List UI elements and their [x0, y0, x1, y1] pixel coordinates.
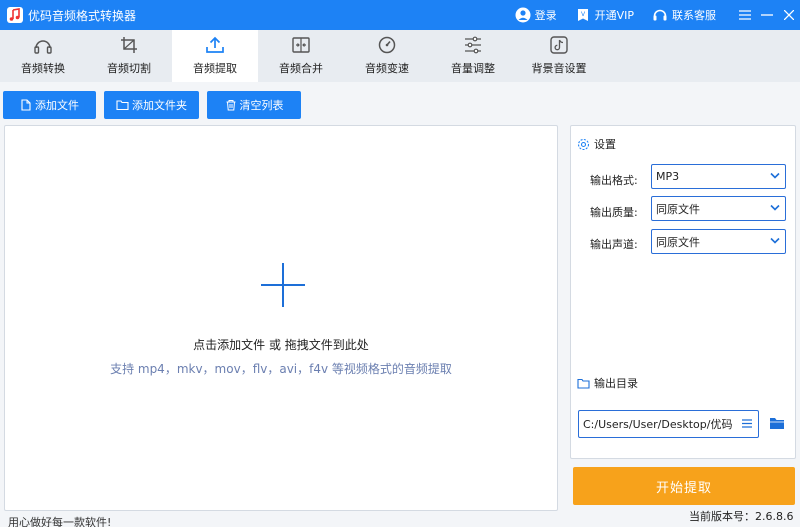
support-label: 联系客服: [672, 9, 716, 22]
support-button[interactable]: 联系客服: [652, 7, 716, 23]
menu-icon: [739, 10, 751, 20]
vip-button[interactable]: V 开通VIP: [575, 7, 634, 23]
format-label: 输出格式:: [590, 174, 638, 187]
menu-button[interactable]: [734, 0, 756, 30]
file-drop-zone[interactable]: 点击添加文件 或 拖拽文件到此处 支持 mp4，mkv，mov，flv，avi，…: [4, 125, 558, 511]
gear-icon: [577, 138, 590, 150]
quality-select[interactable]: 同原文件: [651, 196, 786, 221]
add-file-button[interactable]: 添加文件: [3, 91, 96, 119]
tab-audio-speed[interactable]: 音频变速: [344, 30, 430, 82]
tab-label: 音频提取: [193, 62, 237, 75]
add-folder-button[interactable]: 添加文件夹: [104, 91, 199, 119]
minimize-icon: [761, 14, 773, 16]
clear-list-label: 清空列表: [239, 99, 284, 112]
add-folder-label: 添加文件夹: [132, 99, 187, 112]
tiktok-icon: [550, 36, 568, 54]
close-button[interactable]: [778, 0, 800, 30]
crop-icon: [121, 37, 137, 53]
quality-label: 输出质量:: [590, 206, 638, 219]
output-path-field[interactable]: C:/Users/User/Desktop/优码: [578, 410, 759, 438]
supported-formats-text: 支持 mp4，mkv，mov，flv，avi，f4v 等视频格式的音频提取: [110, 362, 452, 376]
tab-volume-adjust[interactable]: 音量调整: [430, 30, 516, 82]
vip-icon: V: [577, 9, 588, 21]
channel-value: 同原文件: [656, 235, 700, 249]
output-path-value: C:/Users/User/Desktop/优码: [583, 418, 733, 431]
minimize-button[interactable]: [756, 0, 778, 30]
tab-label: 音频切割: [107, 62, 151, 75]
login-label: 登录: [534, 9, 557, 22]
quality-value: 同原文件: [656, 202, 700, 216]
tab-audio-cut[interactable]: 音频切割: [86, 30, 172, 82]
tab-bar: 音频转换 音频切割 音频提取 音频合并 音频变速 音量调整 背景音设置: [0, 30, 800, 82]
list-icon: [742, 419, 752, 428]
app-title: 优码音频格式转换器: [28, 8, 137, 23]
merge-icon: [292, 37, 310, 53]
title-bar: 优码音频格式转换器 登录 V 开通VIP 联系客服: [0, 0, 800, 30]
folder-icon: [577, 378, 590, 389]
sliders-icon: [465, 36, 481, 54]
browse-folder-icon[interactable]: [768, 414, 786, 432]
version-text: 当前版本号：2.6.8.6: [689, 510, 794, 523]
vip-label: 开通VIP: [594, 9, 634, 22]
file-icon: [21, 99, 31, 111]
format-value: MP3: [656, 170, 680, 183]
plus-icon: [261, 263, 305, 307]
folder-icon: [116, 100, 129, 111]
tab-background-music[interactable]: 背景音设置: [516, 30, 602, 82]
format-select[interactable]: MP3: [651, 164, 786, 189]
upload-icon: [206, 36, 224, 53]
clear-list-button[interactable]: 清空列表: [207, 91, 301, 119]
user-icon: [515, 7, 531, 23]
tab-audio-extract[interactable]: 音频提取: [172, 30, 258, 82]
add-file-label: 添加文件: [35, 99, 79, 112]
login-button[interactable]: 登录: [515, 7, 557, 23]
tab-label: 音频合并: [279, 62, 323, 75]
drop-zone-hint: 点击添加文件 或 拖拽文件到此处: [193, 338, 369, 352]
tab-label: 背景音设置: [531, 62, 587, 75]
settings-title-label: 设置: [594, 138, 616, 151]
chevron-down-icon: [770, 204, 780, 211]
tab-label: 音量调整: [451, 62, 495, 75]
start-extract-button[interactable]: 开始提取: [573, 467, 795, 505]
trash-icon: [226, 100, 235, 111]
settings-title: 设置: [577, 136, 616, 152]
settings-panel: 设置 输出格式: MP3 输出质量: 同原文件 输出声道: 同原文件 输出目录 …: [570, 125, 796, 459]
chevron-down-icon: [770, 172, 780, 179]
tab-label: 音频变速: [365, 62, 409, 75]
speed-icon: [378, 36, 396, 54]
headphones-icon: [34, 40, 52, 54]
tab-audio-merge[interactable]: 音频合并: [258, 30, 344, 82]
music-note-icon: [4, 4, 26, 26]
tab-audio-convert[interactable]: 音频转换: [0, 30, 86, 82]
headset-icon: [653, 9, 667, 21]
channel-select[interactable]: 同原文件: [651, 229, 786, 254]
output-dir-title: 输出目录: [577, 375, 638, 391]
chevron-down-icon: [770, 237, 780, 244]
output-dir-label: 输出目录: [594, 377, 638, 390]
tab-label: 音频转换: [21, 62, 65, 75]
close-icon: [784, 10, 794, 20]
slogan-text: 用心做好每一款软件!: [8, 516, 112, 527]
channel-label: 输出声道:: [590, 238, 638, 251]
